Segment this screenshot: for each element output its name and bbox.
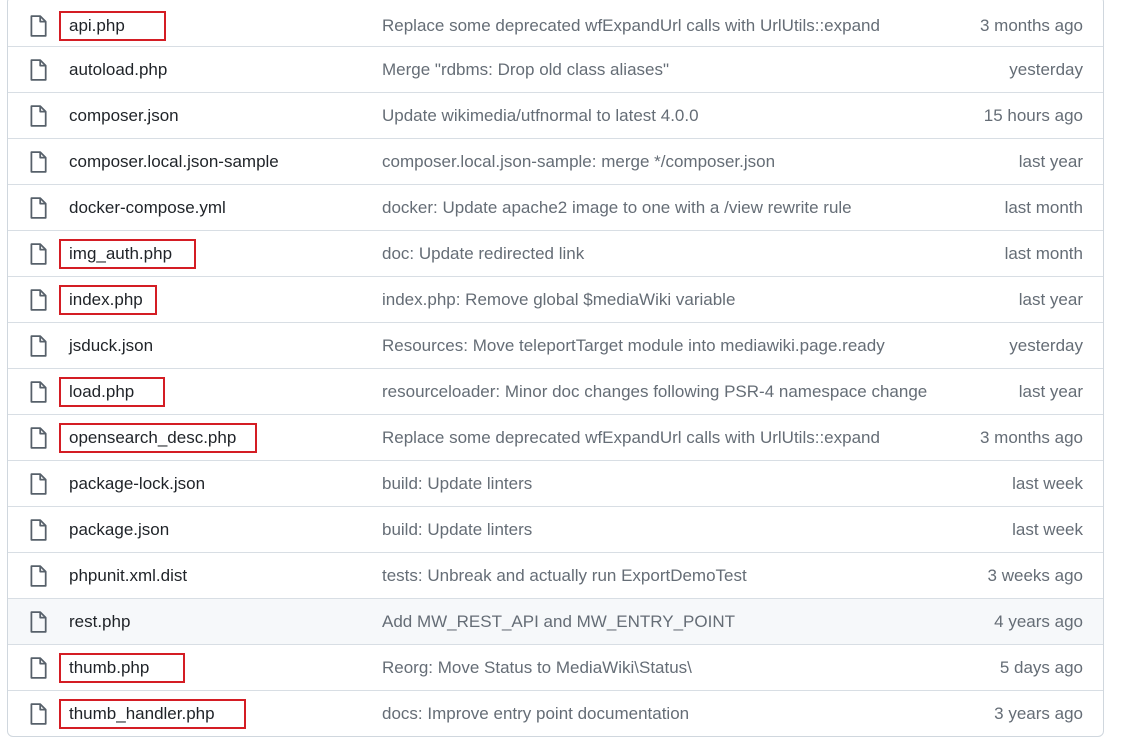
commit-time: 5 days ago (999, 657, 1083, 677)
commit-message-link[interactable]: doc: Update redirected link (382, 244, 584, 264)
commit-time: 3 months ago (979, 427, 1083, 447)
file-icon (30, 564, 47, 587)
file-name-link[interactable]: composer.json (69, 106, 179, 126)
file-row[interactable]: autoload.php Merge "rdbms: Drop old class… (8, 46, 1103, 92)
commit-time: last week (1012, 473, 1083, 493)
commit-message-link[interactable]: Resources: Move teleportTarget module in… (382, 336, 885, 356)
file-name-link[interactable]: opensearch_desc.php (69, 428, 236, 448)
file-name-link[interactable]: composer.local.json-sample (69, 152, 279, 172)
file-row[interactable]: composer.json Update wikimedia/utfnormal … (8, 92, 1103, 138)
file-row[interactable]: opensearch_desc.php Replace some deprecat… (8, 414, 1103, 460)
file-icon (30, 104, 47, 127)
file-name-link[interactable]: jsduck.json (69, 336, 153, 356)
file-row[interactable]: package-lock.json build: Update linters la… (8, 460, 1103, 506)
commit-message-link[interactable]: Replace some deprecated wfExpandUrl call… (382, 16, 880, 36)
commit-message-link[interactable]: composer.local.json-sample: merge */comp… (382, 152, 775, 172)
commit-message-link[interactable]: build: Update linters (382, 520, 532, 540)
file-row[interactable]: thumb_handler.php docs: Improve entry poi… (8, 690, 1103, 736)
file-icon (30, 15, 47, 38)
file-icon (30, 610, 47, 633)
file-icon (30, 242, 47, 265)
file-icon (30, 656, 47, 679)
commit-message-link[interactable]: Replace some deprecated wfExpandUrl call… (382, 428, 880, 448)
file-name-link[interactable]: index.php (69, 290, 143, 310)
file-name-link[interactable]: package-lock.json (69, 474, 205, 494)
commit-message-link[interactable]: docker: Update apache2 image to one with… (382, 198, 852, 218)
commit-message-link[interactable]: Add MW_REST_API and MW_ENTRY_POINT (382, 612, 735, 632)
file-icon (30, 58, 47, 81)
file-icon (30, 150, 47, 173)
file-name-link[interactable]: load.php (69, 382, 134, 402)
commit-time: last year (1018, 151, 1083, 171)
commit-time: yesterday (1009, 59, 1083, 79)
file-row[interactable]: phpunit.xml.dist tests: Unbreak and actua… (8, 552, 1103, 598)
commit-message-link[interactable]: Reorg: Move Status to MediaWiki\Status\ (382, 658, 692, 678)
file-icon (30, 380, 47, 403)
file-icon (30, 196, 47, 219)
commit-time: 3 weeks ago (987, 565, 1083, 585)
file-row[interactable]: docker-compose.yml docker: Update apache2… (8, 184, 1103, 230)
commit-time: 3 years ago (994, 703, 1083, 723)
file-row[interactable]: load.php resourceloader: Minor doc change… (8, 368, 1103, 414)
file-row[interactable]: index.php index.php: Remove global $media… (8, 276, 1103, 322)
file-row[interactable]: img_auth.php doc: Update redirected link l… (8, 230, 1103, 276)
file-icon (30, 426, 47, 449)
file-name-link[interactable]: img_auth.php (69, 244, 172, 264)
file-name-link[interactable]: docker-compose.yml (69, 198, 226, 218)
file-row[interactable]: api.php Replace some deprecated wfExpandU… (8, 0, 1103, 46)
file-icon (30, 334, 47, 357)
commit-time: 3 months ago (979, 16, 1083, 36)
commit-time: yesterday (1009, 335, 1083, 355)
file-table: api.php Replace some deprecated wfExpandU… (7, 0, 1104, 737)
file-row[interactable]: package.json build: Update linters last we… (8, 506, 1103, 552)
commit-message-link[interactable]: index.php: Remove global $mediaWiki vari… (382, 290, 735, 310)
commit-message-link[interactable]: build: Update linters (382, 474, 532, 494)
commit-time: last year (1018, 381, 1083, 401)
commit-message-link[interactable]: resourceloader: Minor doc changes follow… (382, 382, 927, 402)
commit-message-link[interactable]: tests: Unbreak and actually run ExportDe… (382, 566, 747, 586)
commit-message-link[interactable]: docs: Improve entry point documentation (382, 704, 689, 724)
file-name-link[interactable]: phpunit.xml.dist (69, 566, 187, 586)
file-name-link[interactable]: api.php (69, 16, 125, 36)
commit-time: 4 years ago (994, 611, 1083, 631)
file-name-link[interactable]: rest.php (69, 612, 130, 632)
file-name-link[interactable]: thumb.php (69, 658, 149, 678)
file-row[interactable]: composer.local.json-sample composer.local… (8, 138, 1103, 184)
commit-message-link[interactable]: Update wikimedia/utfnormal to latest 4.0… (382, 106, 699, 126)
commit-time: last year (1018, 289, 1083, 309)
file-icon (30, 702, 47, 725)
file-row[interactable]: jsduck.json Resources: Move teleportTarge… (8, 322, 1103, 368)
commit-message-link[interactable]: Merge "rdbms: Drop old class aliases" (382, 60, 669, 80)
file-icon (30, 472, 47, 495)
commit-time: last month (1004, 197, 1083, 217)
file-row[interactable]: thumb.php Reorg: Move Status to MediaWiki… (8, 644, 1103, 690)
file-row[interactable]: rest.php Add MW_REST_API and MW_ENTRY_POI… (8, 598, 1103, 644)
file-name-link[interactable]: package.json (69, 520, 169, 540)
file-icon (30, 518, 47, 541)
file-icon (30, 288, 47, 311)
commit-time: 15 hours ago (983, 105, 1083, 125)
commit-time: last month (1004, 243, 1083, 263)
commit-time: last week (1012, 519, 1083, 539)
file-name-link[interactable]: autoload.php (69, 60, 167, 80)
file-name-link[interactable]: thumb_handler.php (69, 704, 215, 724)
